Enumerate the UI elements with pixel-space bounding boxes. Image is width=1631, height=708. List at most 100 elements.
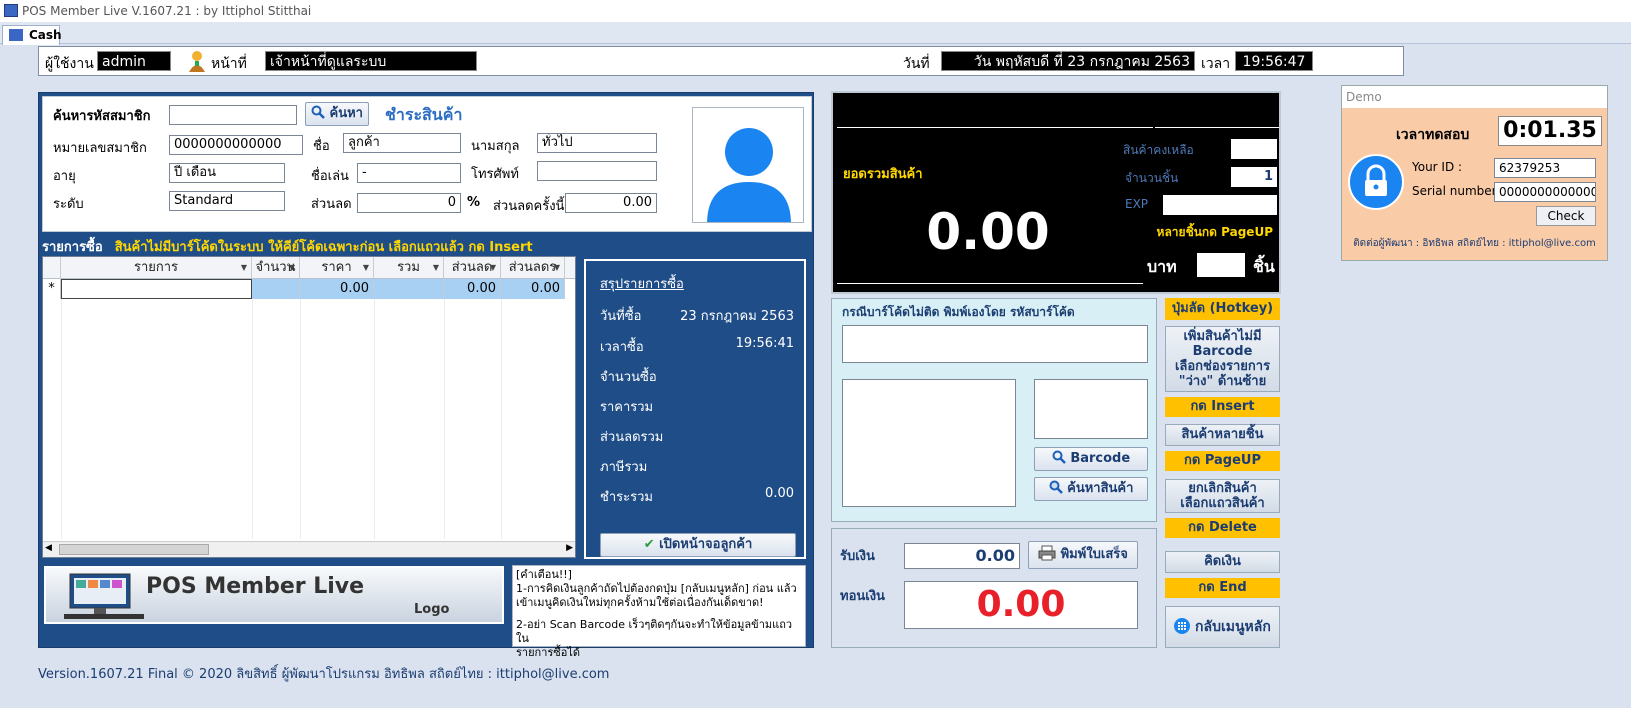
grid-line xyxy=(444,299,445,539)
col-discount[interactable]: ส่วนลด ▼ xyxy=(444,257,501,279)
member-search-label: ค้นหารหัสสมาชิก xyxy=(53,109,151,124)
add-no-barcode-button[interactable]: เพิ่มสินค้าไม่มี Barcode เลือกช่องรายการ… xyxy=(1165,326,1280,392)
lock-icon xyxy=(1348,154,1404,210)
change-value: 0.00 xyxy=(904,581,1138,629)
col-price[interactable]: ราคา ▼ xyxy=(300,257,374,279)
cell-total[interactable] xyxy=(374,279,444,299)
percent-sign: % xyxy=(467,195,481,210)
tab-cash[interactable]: Cash xyxy=(2,25,62,45)
purchase-summary: สรุปรายการซื้อ วันที่ซื้อ 23 กรกฎาคม 2563… xyxy=(584,259,806,559)
cell-discount[interactable]: 0.00 xyxy=(444,279,501,299)
discount-label: ส่วนลด xyxy=(311,197,352,212)
cell-qty[interactable] xyxy=(252,279,300,299)
pieces-label: ชิ้น xyxy=(1253,257,1275,276)
grid-line xyxy=(61,299,62,539)
purchase-list-header: รายการซื้อ สินค้าไม่มีบาร์โค้ดในระบบ ให้ค… xyxy=(42,236,812,256)
col-discount2[interactable]: ส่วนลดร ▼ xyxy=(501,257,565,279)
menu-grid-icon xyxy=(1174,618,1191,634)
cash-tab-icon xyxy=(9,29,23,41)
serial-field[interactable]: 00000000000000 xyxy=(1494,182,1596,202)
grid-line xyxy=(252,299,253,539)
member-search-button[interactable]: ค้นหา xyxy=(305,102,369,126)
date-label: วันที่ xyxy=(903,56,930,72)
member-no-label: หมายเลขสมาชิก xyxy=(53,141,147,156)
multi-item-button[interactable]: สินค้าหลายชิ้น xyxy=(1165,424,1280,446)
total-value: 0.00 xyxy=(926,203,1050,261)
member-no-field[interactable]: 0000000000000 xyxy=(169,135,303,155)
col-item[interactable]: รายการ ▼ xyxy=(61,257,252,279)
phone-field[interactable] xyxy=(537,161,657,181)
your-id-label: Your ID : xyxy=(1412,160,1463,174)
qty-value[interactable]: 1 xyxy=(1231,167,1277,187)
total-display: สินค้าคงเหลือ ยอดรวมสินค้า จำนวนชิ้น 1 E… xyxy=(831,91,1281,294)
logo-sub-label: Logo xyxy=(414,602,450,617)
time-label: เวลา xyxy=(1201,56,1231,72)
nickname-label: ชื่อเล่น xyxy=(311,169,349,184)
grid-horizontal-scrollbar[interactable]: ◀ ▶ xyxy=(43,541,575,557)
your-id-field[interactable]: 62379253 xyxy=(1494,158,1596,178)
scroll-thumb[interactable] xyxy=(59,544,209,555)
barcode-button[interactable]: Barcode xyxy=(1034,447,1148,471)
level-label: ระดับ xyxy=(53,197,84,212)
back-to-menu-button[interactable]: กลับเมนูหลัก xyxy=(1165,606,1280,648)
developer-contact: ติดต่อผู้พัฒนา : อิทธิพล สถิตย์ไทย : itt… xyxy=(1353,238,1596,249)
scroll-left-icon[interactable]: ◀ xyxy=(45,543,52,553)
trial-timer: 0:01.35 xyxy=(1498,116,1602,146)
age-field[interactable]: ปี เดือน xyxy=(169,163,285,183)
age-label: อายุ xyxy=(53,169,76,184)
scroll-right-icon[interactable]: ▶ xyxy=(566,543,573,553)
new-row-marker: * xyxy=(43,279,61,299)
checkout-button[interactable]: คิดเงิน xyxy=(1165,551,1280,573)
hotkey-title: ปุ่มลัด (Hotkey) xyxy=(1165,298,1280,320)
purchase-list-title: รายการซื้อ xyxy=(42,240,103,255)
last-name-label: นามสกุล xyxy=(471,139,520,154)
sort-arrow-icon: ▼ xyxy=(489,263,496,272)
col-qty[interactable]: จำนวน ▼ xyxy=(252,257,300,279)
col-total[interactable]: รวม ▼ xyxy=(374,257,444,279)
discount-field[interactable]: 0 xyxy=(357,193,461,213)
time-value: 19:56:47 xyxy=(1235,51,1313,71)
total-label: ยอดรวมสินค้า xyxy=(843,167,923,182)
last-name-field[interactable]: ทั่วไป xyxy=(537,133,657,153)
discount-once-field[interactable]: 0.00 xyxy=(565,193,657,213)
manual-barcode-panel: กรณีบาร์โค้ดไม่ติด พิมพ์เองโดย รหัสบาร์โ… xyxy=(831,298,1157,522)
first-name-label: ชื่อ xyxy=(313,139,330,154)
pos-terminal-icon xyxy=(64,573,144,619)
notice-line-2: เข้าเมนูคิดเงินใหม่ทุกครั้งห้ามใช้ต่อเนื… xyxy=(516,596,764,609)
summary-row-tax: ภาษีรวม xyxy=(600,460,648,475)
manual-barcode-input[interactable] xyxy=(842,325,1148,363)
role-label: หน้าที่ xyxy=(211,56,247,72)
purchase-grid[interactable]: รายการ ▼ จำนวน ▼ ราคา ▼ รวม ▼ ส่วนลด ▼ ส่วนลด… xyxy=(42,256,576,558)
pay-title: ชำระสินค้า xyxy=(385,105,463,124)
receive-input[interactable]: 0.00 xyxy=(904,543,1020,569)
level-field[interactable]: Standard xyxy=(169,191,285,211)
open-customer-screen-button[interactable]: ✔ เปิดหน้าจอลูกค้า xyxy=(600,533,796,557)
display-divider xyxy=(1155,127,1279,128)
window-title: POS Member Live V.1607.21 : by Ittiphol … xyxy=(22,4,312,18)
pieces-value[interactable] xyxy=(1197,253,1245,277)
magnifier-icon xyxy=(311,105,325,119)
grid-header: รายการ ▼ จำนวน ▼ ราคา ▼ รวม ▼ ส่วนลด ▼ ส่วนลด… xyxy=(43,257,575,279)
cell-discount2[interactable]: 0.00 xyxy=(501,279,565,299)
sort-arrow-icon: ▼ xyxy=(362,263,369,272)
cell-item[interactable] xyxy=(61,279,252,299)
nickname-field[interactable]: - xyxy=(357,163,461,183)
warning-notice: [คำเตือน!!] 1-การคิดเงินลูกค้าถัดไปต้องก… xyxy=(512,565,806,659)
summary-row-time: เวลาซื้อ 19:56:41 xyxy=(600,336,794,355)
cell-price[interactable]: 0.00 xyxy=(300,279,374,299)
first-name-field[interactable]: ลูกค้า xyxy=(343,133,461,153)
search-product-button[interactable]: ค้นหาสินค้า xyxy=(1034,477,1148,501)
product-image-box xyxy=(842,379,1016,507)
grid-line xyxy=(501,299,502,539)
print-receipt-button[interactable]: พิมพ์ใบเสร็จ xyxy=(1028,541,1138,569)
sort-arrow-icon: ▼ xyxy=(553,263,560,272)
pageup-key-hint: กด PageUP xyxy=(1165,451,1280,471)
qty-label: จำนวนชิ้น xyxy=(1125,171,1179,185)
table-row[interactable]: * 0.00 0.00 0.00 xyxy=(43,279,575,299)
cancel-item-button[interactable]: ยกเลิกสินค้า เลือกแถวสินค้า xyxy=(1165,479,1280,513)
check-button[interactable]: Check xyxy=(1536,206,1596,226)
member-search-input[interactable] xyxy=(169,105,297,125)
tab-cash-label: Cash xyxy=(29,28,62,42)
grid-line xyxy=(374,299,375,539)
session-header: ผู้ใช้งาน admin หน้าที่ เจ้าหน้าที่ดูแลร… xyxy=(38,46,1404,76)
